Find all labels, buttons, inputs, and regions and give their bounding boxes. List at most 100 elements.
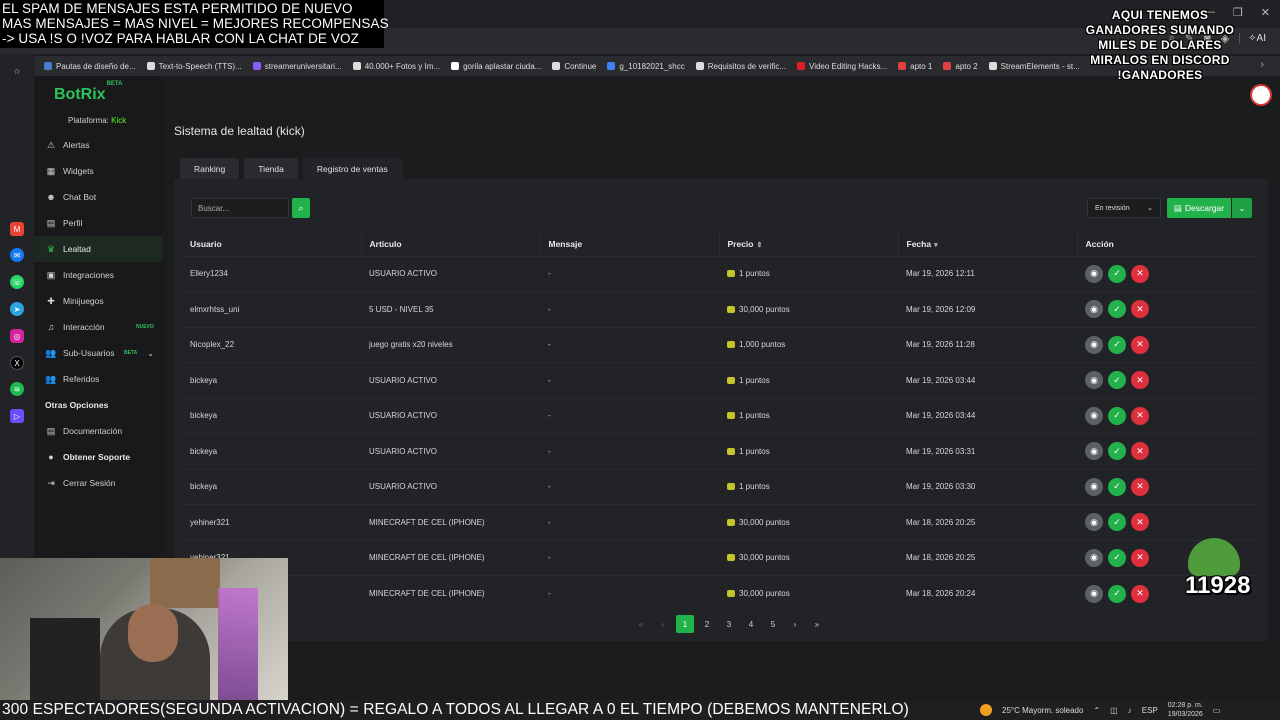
view-button[interactable]: ◉ [1085, 513, 1103, 532]
avatar[interactable] [1250, 84, 1272, 106]
view-button[interactable]: ◉ [1085, 335, 1103, 354]
check-icon: ✓ [1113, 588, 1121, 598]
view-button[interactable]: ◉ [1085, 264, 1103, 283]
sidebar-item-widgets[interactable]: ▦ Widgets [34, 158, 162, 184]
bookmark-item[interactable]: Text-to-Speech (TTS)... [146, 62, 242, 71]
download-button[interactable]: ▤ Descargar [1167, 198, 1231, 218]
tab-ranking[interactable]: Ranking [180, 158, 240, 179]
status-filter-select[interactable]: En revisión ⌄ [1087, 198, 1161, 218]
bookmark-item[interactable]: streameruniversitari... [252, 62, 342, 71]
bookmark-item[interactable]: Continue [552, 62, 596, 71]
chevron-down-icon[interactable]: ⌄ [147, 349, 154, 358]
gmail-icon[interactable]: M [10, 222, 24, 236]
prev-page-button[interactable]: ‹ [654, 615, 672, 633]
reject-button[interactable]: ✕ [1131, 335, 1149, 354]
chevron-up-icon[interactable]: ⌃ [1093, 706, 1100, 715]
approve-button[interactable]: ✓ [1108, 300, 1126, 319]
clock[interactable]: 02:28 p. m. 19/03/2026 [1168, 701, 1203, 719]
page-4-button[interactable]: 4 [742, 615, 760, 633]
approve-button[interactable]: ✓ [1108, 442, 1126, 461]
search-button[interactable]: ⌕ [292, 198, 310, 218]
last-page-button[interactable]: » [808, 615, 826, 633]
page-5-button[interactable]: 5 [764, 615, 782, 633]
platform-value: Kick [111, 116, 127, 125]
bookmark-item[interactable]: Pautas de diseño de... [44, 62, 136, 71]
spotify-icon[interactable]: ≋ [10, 382, 24, 396]
column-header[interactable]: Precio ⇕ [719, 232, 899, 256]
page-1-button[interactable]: 1 [676, 615, 694, 633]
approve-button[interactable]: ✓ [1108, 264, 1126, 283]
approve-button[interactable]: ✓ [1108, 584, 1126, 603]
sidebar-item-sub-usuarios[interactable]: 👥 Sub-Usuarios BETA ⌄ [34, 340, 162, 366]
bookmark-item[interactable]: 40.000+ Fotos y Im... [352, 62, 440, 71]
reject-button[interactable]: ✕ [1131, 371, 1149, 390]
botrix-logo[interactable]: BotRixBETA [54, 81, 122, 104]
sidebar-item-chat-bot[interactable]: ☻ Chat Bot [34, 184, 162, 210]
reject-button[interactable]: ✕ [1131, 442, 1149, 461]
tab-tienda[interactable]: Tienda [244, 158, 298, 179]
approve-button[interactable]: ✓ [1108, 513, 1126, 532]
reject-button[interactable]: ✕ [1131, 548, 1149, 567]
app-icon[interactable]: ▷ [10, 409, 24, 423]
sidebar-item-obtener-soporte[interactable]: ● Obtener Soporte [34, 444, 162, 470]
view-button[interactable]: ◉ [1085, 406, 1103, 425]
reject-button[interactable]: ✕ [1131, 264, 1149, 283]
sidebar-item-minijuegos[interactable]: ✚ Minijuegos [34, 288, 162, 314]
reject-button[interactable]: ✕ [1131, 300, 1149, 319]
bookmark-item[interactable]: Requisitos de verific... [695, 62, 786, 71]
weather-text[interactable]: 25°C Mayorm. soleado [1002, 706, 1083, 715]
sidebar-item-alertas[interactable]: ⚠ Alertas [34, 132, 162, 158]
next-page-button[interactable]: › [786, 615, 804, 633]
sort-desc-icon[interactable]: ▾ [934, 242, 938, 249]
column-header[interactable]: Fecha ▾ [898, 232, 1078, 256]
sidebar-item-cerrar-sesi-n[interactable]: ⇥ Cerrar Sesión [34, 470, 162, 496]
bookmark-item[interactable]: Video Editing Hacks... [797, 62, 887, 71]
download-dropdown-button[interactable]: ⌄ [1232, 198, 1252, 218]
sidebar-item-interacci-n[interactable]: ♫ Interacción NUEVO [34, 314, 162, 340]
sort-icon[interactable]: ⇕ [757, 242, 763, 249]
whatsapp-icon[interactable]: ☏ [10, 275, 24, 289]
bookmark-item[interactable]: apto 2 [943, 62, 978, 71]
telegram-icon[interactable]: ➤ [10, 302, 24, 316]
chevron-right-icon[interactable]: › [1261, 59, 1264, 70]
view-button[interactable]: ◉ [1085, 584, 1103, 603]
approve-button[interactable]: ✓ [1108, 335, 1126, 354]
star-icon[interactable]: ☆ [10, 64, 24, 78]
view-button[interactable]: ◉ [1085, 477, 1103, 496]
reject-button[interactable]: ✕ [1131, 584, 1149, 603]
x-icon[interactable]: X [10, 356, 24, 370]
approve-button[interactable]: ✓ [1108, 406, 1126, 425]
page-3-button[interactable]: 3 [720, 615, 738, 633]
sidebar-item-integraciones[interactable]: ▣ Integraciones [34, 262, 162, 288]
sidebar-item-documentaci-n[interactable]: ▤ Documentación [34, 418, 162, 444]
view-button[interactable]: ◉ [1085, 442, 1103, 461]
reject-button[interactable]: ✕ [1131, 406, 1149, 425]
tab-registro-de-ventas[interactable]: Registro de ventas [302, 158, 402, 179]
bookmark-item[interactable]: apto 1 [898, 62, 932, 71]
language-indicator[interactable]: ESP [1142, 706, 1158, 715]
view-button[interactable]: ◉ [1085, 300, 1103, 319]
sidebar-item-perfil[interactable]: ▤ Perfil [34, 210, 162, 236]
search-input[interactable]: Buscar... [191, 198, 289, 218]
close-icon[interactable]: ✕ [1261, 6, 1270, 19]
approve-button[interactable]: ✓ [1108, 477, 1126, 496]
bookmark-item[interactable]: StreamElements - st... [988, 62, 1080, 71]
instagram-icon[interactable]: ◎ [10, 329, 24, 343]
volume-icon[interactable]: ♪ [1128, 706, 1132, 715]
messenger-icon[interactable]: ✉ [10, 248, 24, 262]
approve-button[interactable]: ✓ [1108, 548, 1126, 567]
notification-icon[interactable]: ▭ [1213, 706, 1221, 715]
bookmark-item[interactable]: g_10182021_shcc [607, 62, 685, 71]
reject-button[interactable]: ✕ [1131, 513, 1149, 532]
reject-button[interactable]: ✕ [1131, 477, 1149, 496]
view-button[interactable]: ◉ [1085, 371, 1103, 390]
bookmark-item[interactable]: gorila aplastar ciuda... [451, 62, 541, 71]
view-button[interactable]: ◉ [1085, 548, 1103, 567]
first-page-button[interactable]: « [632, 615, 650, 633]
sidebar-item-referidos[interactable]: 👥 Referidos [34, 366, 162, 392]
page-2-button[interactable]: 2 [698, 615, 716, 633]
sidebar-item-lealtad[interactable]: ♛ Lealtad [34, 236, 162, 262]
ai-button[interactable]: ✧AI [1239, 33, 1266, 44]
network-icon[interactable]: ◫ [1110, 706, 1118, 715]
approve-button[interactable]: ✓ [1108, 371, 1126, 390]
